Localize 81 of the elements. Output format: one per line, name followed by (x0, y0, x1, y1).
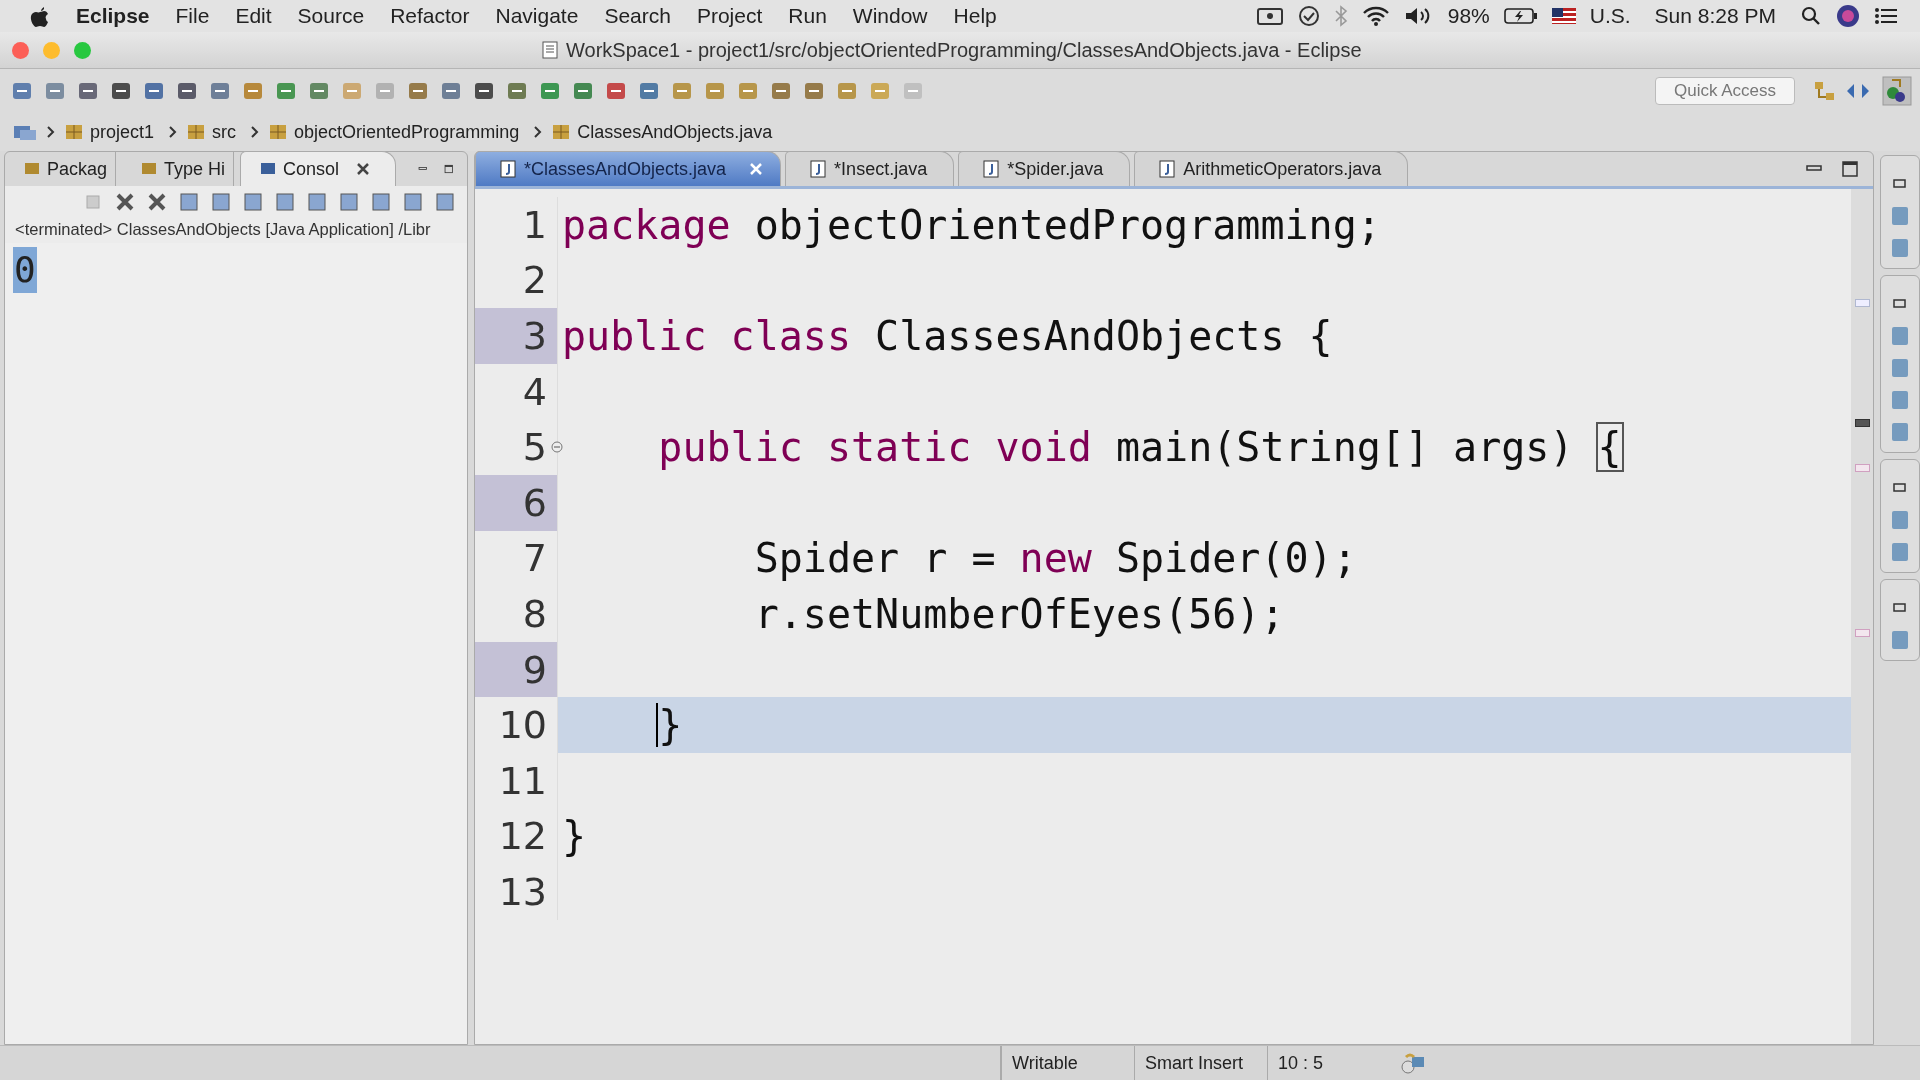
chevron-icon (250, 125, 261, 139)
camera-icon[interactable] (1255, 6, 1284, 26)
console-header: <terminated> ClassesAndObjects [Java Application] /Libr (14, 219, 432, 240)
code-line: } (562, 813, 587, 860)
menu-item[interactable]: Search (604, 4, 671, 28)
apple-icon[interactable] (30, 5, 50, 27)
close-button[interactable] (12, 41, 29, 59)
line-number: 13 (498, 869, 547, 914)
java-file-icon (500, 160, 516, 178)
view-tab[interactable]: Consol (240, 151, 397, 186)
line-number: 7 (522, 536, 547, 581)
menu-item[interactable]: Help (953, 4, 997, 28)
menu-item[interactable]: Edit (235, 4, 272, 28)
line-number: 12 (498, 814, 547, 859)
line-number: 3 (522, 314, 547, 358)
menu-item[interactable]: Source (297, 4, 365, 28)
console-output: 0 (13, 247, 37, 293)
chevron-icon (46, 125, 56, 139)
menu-item[interactable]: Navigate (495, 4, 579, 28)
line-number: 9 (522, 647, 547, 692)
editor-tab[interactable]: *ClassesAndObjects.java (475, 151, 782, 186)
menu-item[interactable]: Run (788, 4, 827, 28)
siri-icon[interactable] (1836, 4, 1860, 28)
maximize-icon[interactable] (1841, 160, 1859, 178)
chevron-icon (168, 125, 179, 139)
overview-mark[interactable] (1855, 419, 1870, 427)
breadcrumb-item[interactable]: src (212, 121, 237, 143)
checkmark-circle-icon[interactable] (1297, 5, 1320, 27)
line-number: 5 (522, 425, 547, 470)
input-source-label[interactable]: U.S. (1589, 4, 1631, 28)
package-icon (551, 122, 572, 142)
code-line: r.setNumberOfEyes(56); (753, 590, 1285, 637)
line-number: 11 (498, 758, 547, 803)
close-icon[interactable] (748, 161, 765, 177)
code-line: Spider r = new Spider(0); (753, 535, 1357, 582)
package-icon (186, 122, 207, 142)
package-icon (64, 122, 84, 142)
flag-icon[interactable] (1551, 8, 1576, 24)
line-number: 4 (522, 369, 547, 414)
window-title: WorkSpace1 - project1/src/objectOrientedProgramming/ClassesAndObjects.java - Eclipse (566, 38, 1362, 62)
code-line: public class ClassesAndObjects { (562, 313, 1333, 359)
collapse-icon[interactable] (551, 441, 563, 454)
breadcrumb-item[interactable]: ClassesAndObjects.java (577, 121, 773, 143)
battery-icon[interactable] (1503, 6, 1538, 26)
code-line: public static void main(String[] args) { (657, 424, 1622, 471)
status-text: Smart Insert (1134, 1046, 1267, 1080)
menu-item[interactable]: File (175, 4, 210, 28)
java-file-icon (810, 160, 827, 178)
line-number: 10 (498, 703, 547, 748)
code-line: } (658, 702, 683, 749)
perspective-icon[interactable] (1882, 76, 1912, 106)
breadcrumb-item[interactable]: objectOrientedProgramming (294, 121, 520, 143)
code-line: package objectOrientedProgramming; (562, 201, 1381, 248)
status-text: Writable (1001, 1046, 1134, 1080)
search-icon[interactable] (1800, 5, 1822, 27)
menu-item[interactable]: Refactor (390, 4, 470, 28)
editor-tab[interactable]: *Spider.java (958, 151, 1131, 186)
line-number: 6 (522, 480, 547, 525)
breadcrumb-item[interactable]: project1 (90, 121, 155, 143)
status-text: 10 : 5 (1267, 1046, 1400, 1080)
menu-item[interactable]: Window (852, 4, 928, 28)
bluetooth-icon[interactable] (1333, 5, 1348, 27)
editor-tab[interactable]: ArithmeticOperators.java (1134, 151, 1409, 186)
menu-item[interactable]: Eclipse (76, 4, 150, 28)
line-number: 2 (522, 258, 547, 303)
package-icon (268, 122, 289, 142)
quick-access-field[interactable]: Quick Access (1655, 77, 1795, 105)
battery-percentage: 98% (1447, 4, 1490, 28)
java-file-icon (1159, 160, 1176, 178)
close-icon[interactable] (355, 161, 372, 177)
editor-tab[interactable]: *Insect.java (785, 151, 955, 186)
java-file-icon (983, 160, 1000, 178)
line-number: 1 (522, 202, 547, 247)
overview-mark[interactable] (1855, 629, 1870, 637)
line-number: 8 (522, 591, 547, 636)
wifi-icon[interactable] (1361, 5, 1390, 27)
clock[interactable]: Sun 8:28 PM (1654, 4, 1776, 28)
overview-mark[interactable] (1855, 464, 1870, 472)
remote-icon[interactable] (1400, 1051, 1426, 1075)
menu-item[interactable]: Project (696, 4, 763, 28)
chevron-icon (533, 125, 544, 139)
